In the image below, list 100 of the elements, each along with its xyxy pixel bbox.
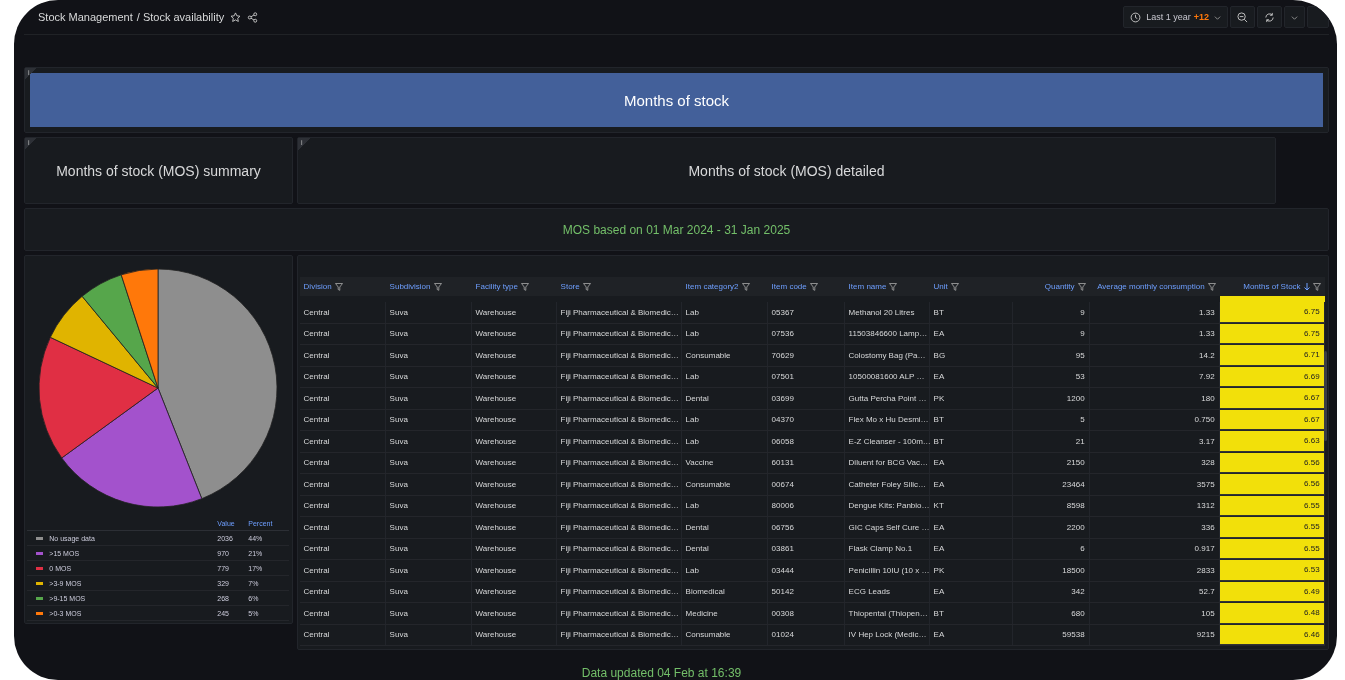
table-cell: Suva — [385, 323, 472, 344]
table-cell: 03444 — [767, 560, 845, 581]
column-header[interactable]: Average monthly consumption — [1089, 277, 1220, 296]
filter-icon[interactable] — [1077, 282, 1086, 291]
filter-icon[interactable] — [433, 282, 442, 291]
table-cell: 9 — [1012, 302, 1090, 323]
table-cell: Fiji Pharmaceutical & Biomedic… — [556, 345, 682, 366]
table-cell: 1200 — [1012, 388, 1090, 409]
column-title[interactable]: Quantity — [1044, 282, 1075, 291]
column-header[interactable]: Unit — [929, 277, 1013, 296]
table-cell: Lab — [681, 366, 768, 387]
table-cell: Warehouse — [471, 323, 557, 344]
filter-icon[interactable] — [582, 282, 591, 291]
table-cell: 6.75 — [1219, 302, 1325, 323]
table-cell: 342 — [1012, 581, 1090, 602]
table-cell: Thiopental (Thiopen… — [844, 603, 930, 624]
table-cell: EA — [929, 624, 1013, 645]
table-cell: EA — [929, 366, 1013, 387]
share-icon[interactable] — [247, 11, 259, 23]
column-header[interactable]: Months of Stock — [1219, 277, 1325, 296]
table-cell: Dental — [681, 538, 768, 559]
table-cell: 180 — [1089, 388, 1220, 409]
caret-icon — [1291, 13, 1298, 21]
table-cell: Central — [299, 560, 386, 581]
table-cell: 59538 — [1012, 624, 1090, 645]
column-title[interactable]: Unit — [933, 282, 948, 291]
table-cell: Warehouse — [471, 474, 557, 495]
table-cell: Suva — [385, 302, 472, 323]
table-cell: Warehouse — [471, 538, 557, 559]
zoom-out-button[interactable] — [1230, 6, 1255, 28]
table-cell: 05367 — [767, 302, 845, 323]
table-cell: EA — [929, 538, 1013, 559]
table-cell: 6.71 — [1219, 345, 1325, 366]
column-header[interactable]: Item name — [844, 277, 930, 296]
column-title[interactable]: Item code — [771, 282, 807, 291]
table-cell: Central — [299, 431, 386, 452]
column-title[interactable]: Months of Stock — [1243, 282, 1301, 291]
filter-icon[interactable] — [889, 282, 898, 291]
column-header[interactable]: Division — [299, 277, 386, 296]
breadcrumb-link[interactable]: Stock Management — [38, 11, 133, 23]
column-title[interactable]: Subdivision — [389, 282, 431, 291]
table-cell: 95 — [1012, 345, 1090, 366]
table-cell: EA — [929, 452, 1013, 473]
table-cell: EA — [929, 581, 1013, 602]
column-header[interactable]: Store — [556, 277, 682, 296]
filter-icon[interactable] — [950, 282, 959, 291]
table-cell: Suva — [385, 624, 472, 645]
column-title[interactable]: Facility type — [475, 282, 518, 291]
refresh-button[interactable] — [1257, 6, 1282, 28]
time-picker-button[interactable]: Last 1 year +12 — [1123, 6, 1228, 28]
table-cell: EA — [929, 323, 1013, 344]
breadcrumb-link[interactable]: / Stock availability — [136, 11, 225, 23]
table-cell: Central — [299, 495, 386, 516]
column-header[interactable]: Item category2 — [681, 277, 768, 296]
table-cell: Suva — [385, 431, 472, 452]
table-cell: 06058 — [767, 431, 845, 452]
toolbar-button[interactable] — [1307, 6, 1329, 28]
filter-icon[interactable] — [334, 282, 343, 291]
updated-note: Data updated 04 Feb at 16:39 — [581, 666, 742, 680]
filter-icon[interactable] — [809, 282, 818, 291]
zoom-out-icon — [1237, 11, 1248, 23]
table-cell: 1.33 — [1089, 302, 1220, 323]
table-cell: Fiji Pharmaceutical & Biomedic… — [556, 581, 682, 602]
table-cell: 9 — [1012, 323, 1090, 344]
column-header[interactable]: Item code — [767, 277, 845, 296]
sort-arrow-icon — [1303, 282, 1310, 291]
table-cell: BT — [929, 302, 1013, 323]
filter-icon[interactable] — [520, 282, 529, 291]
column-title[interactable]: Item name — [848, 282, 887, 291]
table-cell: Suva — [385, 495, 472, 516]
table-cell: Suva — [385, 452, 472, 473]
table-cell: 53 — [1012, 366, 1090, 387]
table-cell: BT — [929, 409, 1013, 430]
column-header[interactable]: Subdivision — [385, 277, 472, 296]
column-header[interactable]: Facility type — [471, 277, 557, 296]
table-cell: Fiji Pharmaceutical & Biomedic… — [556, 431, 682, 452]
table-cell: Fiji Pharmaceutical & Biomedic… — [556, 452, 682, 473]
table-cell: BG — [929, 345, 1013, 366]
table-cell: Central — [299, 388, 386, 409]
column-title[interactable]: Division — [303, 282, 332, 291]
column-header[interactable]: Quantity — [1012, 277, 1090, 296]
star-icon[interactable] — [230, 11, 242, 23]
table-cell: Medicine — [681, 603, 768, 624]
table-cell: Biomedical — [681, 581, 768, 602]
table-cell: Warehouse — [471, 345, 557, 366]
table-cell: Central — [299, 323, 386, 344]
column-title[interactable]: Store — [560, 282, 580, 291]
column-title[interactable]: Average monthly consumption — [1097, 282, 1205, 291]
filter-icon[interactable] — [1312, 282, 1321, 291]
filter-icon[interactable] — [741, 282, 750, 291]
table-cell: 18500 — [1012, 560, 1090, 581]
table-cell: Suva — [385, 474, 472, 495]
table-cell: 00308 — [767, 603, 845, 624]
table-cell: Central — [299, 474, 386, 495]
table-cell: 2833 — [1089, 560, 1220, 581]
table-cell: ECG Leads — [844, 581, 930, 602]
table-cell: Flask Clamp No.1 — [844, 538, 930, 559]
column-title[interactable]: Item category2 — [685, 282, 739, 291]
table-cell: Central — [299, 603, 386, 624]
filter-icon[interactable] — [1207, 282, 1216, 291]
